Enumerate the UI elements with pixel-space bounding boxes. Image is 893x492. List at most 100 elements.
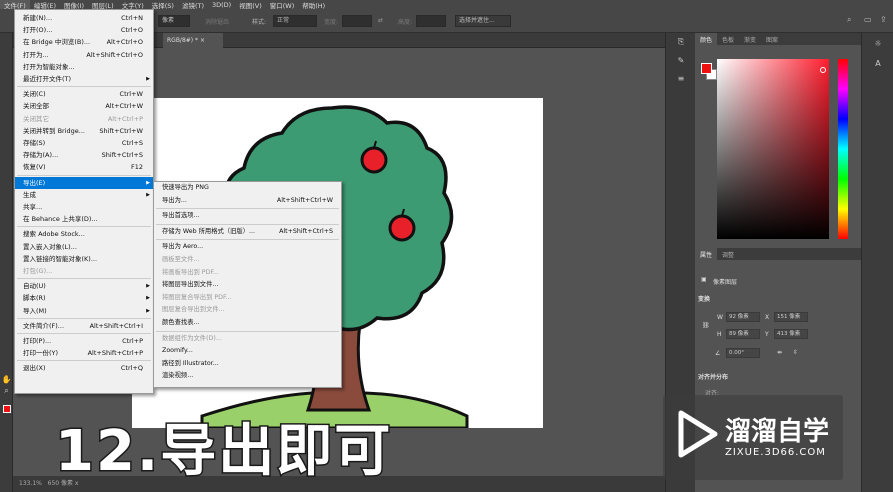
menu-item[interactable]: 打开为... Alt+Shift+Ctrl+O	[15, 49, 153, 61]
menu-item-label: 将图层复合导出到 PDF...	[162, 293, 232, 301]
menu-item[interactable]: 打印(P)... Ctrl+P	[15, 335, 153, 347]
menu-item[interactable]: 画板至文件...	[154, 254, 341, 267]
menu-item[interactable]: 快速导出为 PNG	[154, 182, 341, 195]
menu-item[interactable]: 关闭其它 Alt+Ctrl+P	[15, 113, 153, 125]
antialias-checkbox[interactable]: 消除锯齿	[205, 17, 229, 26]
menu-item[interactable]: 打包(G)...	[15, 265, 153, 277]
menu-item-label: 新建(N)...	[23, 14, 53, 22]
menu-item[interactable]: 最近打开文件(T) ▶	[15, 73, 153, 85]
menu-item[interactable]: 关闭(C) Ctrl+W	[15, 88, 153, 100]
link-icon[interactable]: ⛓	[702, 322, 710, 329]
menu-item[interactable]: 自动(U) ▶	[15, 280, 153, 292]
menu-item-label: 关闭全部	[23, 102, 49, 111]
adjust-icon[interactable]: ≡	[666, 69, 696, 87]
menu-item[interactable]: 关闭并转到 Bridge... Shift+Ctrl+W	[15, 125, 153, 137]
menu-item[interactable]: 打印一份(Y) Alt+Shift+Ctrl+P	[15, 347, 153, 359]
hue-slider[interactable]	[838, 59, 848, 239]
workspace-icon[interactable]: ▭	[864, 15, 872, 24]
menu-item[interactable]: 导出(E) ▶	[15, 176, 153, 189]
menu-item[interactable]: 导入(M) ▶	[15, 305, 153, 317]
search-icon[interactable]: ⌕	[847, 15, 851, 25]
menu-separator	[17, 278, 151, 280]
width-field[interactable]	[342, 15, 372, 27]
feather-field[interactable]: 像素	[158, 15, 190, 27]
type-icon[interactable]: A	[862, 53, 893, 73]
logo-name: 溜溜自学	[725, 417, 830, 447]
foreground-color-swatch[interactable]	[701, 63, 712, 74]
history-icon[interactable]: ⎘	[666, 33, 696, 51]
tab-patterns[interactable]: 图案	[761, 33, 783, 45]
menu-item[interactable]: 退出(X) Ctrl+Q	[15, 362, 153, 374]
height-field[interactable]	[416, 15, 446, 27]
menu-item[interactable]: 置入嵌入对象(L)...	[15, 241, 153, 253]
menu-item[interactable]: 导出为... Alt+Shift+Ctrl+W	[154, 195, 341, 208]
menu-item[interactable]: 将画板导出到 PDF...	[154, 267, 341, 280]
close-icon[interactable]: ×	[200, 37, 205, 44]
menu-item[interactable]: 将图层复合导出到 PDF...	[154, 292, 341, 305]
menu-item[interactable]: 共享...	[15, 201, 153, 213]
tab-properties[interactable]: 属性	[695, 248, 718, 260]
zoom-tool-icon[interactable]: ⌕	[0, 385, 13, 397]
menu-separator	[17, 333, 151, 334]
hand-tool-icon[interactable]: ✋	[0, 373, 13, 385]
menu-item-shortcut: Alt+Shift+Ctrl+W	[276, 196, 333, 204]
menu-item[interactable]: 存储为 Web 所用格式（旧版）... Alt+Shift+Ctrl+S	[154, 226, 341, 239]
tab-adjustments[interactable]: 调整	[717, 248, 739, 260]
menu-item-label: 将图层导出到文件...	[162, 281, 219, 289]
tab-color[interactable]: 颜色	[695, 33, 718, 45]
angle-input[interactable]: 0.00°	[726, 348, 760, 358]
color-picker-field[interactable]	[717, 59, 829, 239]
menu-item[interactable]: 导出为 Aero...	[154, 241, 341, 254]
document-tab[interactable]: RGB/8#) * ×	[163, 33, 223, 48]
menu-item[interactable]: 打开为智能对象...	[15, 61, 153, 73]
menu-item[interactable]: 在 Bridge 中浏览(B)... Alt+Ctrl+O	[15, 36, 153, 48]
menu-item[interactable]: 存储(S) Ctrl+S	[15, 137, 153, 149]
menu-item[interactable]: 颜色查找表...	[154, 317, 341, 330]
menu-item[interactable]: 存储为(A)... Shift+Ctrl+S	[15, 149, 153, 161]
menu-item[interactable]: 脚本(R) ▶	[15, 292, 153, 304]
menu-item[interactable]: 恢复(V) F12	[15, 161, 153, 173]
zoom-level[interactable]: 133.1%	[19, 480, 42, 487]
tab-gradients[interactable]: 渐变	[739, 33, 761, 45]
menu-item-label: 恢复(V)	[23, 163, 46, 172]
menu-item-label: 文件简介(F)...	[23, 321, 65, 330]
x-input[interactable]: 151 像素	[774, 312, 808, 322]
menu-item[interactable]: 路径到 Illustrator...	[154, 358, 341, 371]
menu-item[interactable]: 渲染视频...	[154, 370, 341, 383]
menu-item-label: 打印(P)...	[23, 337, 52, 345]
menu-item[interactable]: 数据组作为文件(D)...	[154, 333, 341, 346]
y-input[interactable]: 413 像素	[774, 329, 808, 339]
width-input[interactable]: 92 像素	[726, 312, 760, 322]
select-and-mask-button[interactable]: 选择并遮住...	[455, 15, 511, 27]
menu-item[interactable]: 打开(O)... Ctrl+O	[15, 24, 153, 36]
menu-item[interactable]: 在 Behance 上共享(D)...	[15, 213, 153, 225]
tools-panel: ✋ ⌕	[0, 33, 13, 492]
flip-horizontal-icon[interactable]: ⇹	[777, 349, 782, 356]
submenu-arrow-icon: ▶	[146, 307, 150, 314]
submenu-arrow-icon: ▶	[146, 295, 150, 302]
menu-item-label: 打开(O)...	[23, 26, 53, 35]
color-swatches-icon[interactable]	[0, 403, 13, 415]
menu-item[interactable]: 关闭全部 Alt+Ctrl+W	[15, 100, 153, 112]
style-select[interactable]: 正常	[273, 15, 317, 27]
menu-item[interactable]: Zoomify...	[154, 345, 341, 358]
swap-icon[interactable]: ⇄	[378, 17, 383, 24]
menu-item[interactable]: 图层复合导出到文件...	[154, 304, 341, 317]
menu-item[interactable]: 搜索 Adobe Stock...	[15, 228, 153, 240]
height-input[interactable]: 89 像素	[726, 329, 760, 339]
menu-item[interactable]: 新建(N)... Ctrl+N	[15, 12, 153, 24]
flip-vertical-icon[interactable]: ⇳	[793, 349, 798, 356]
menu-item-label: 自动(U)	[23, 282, 46, 291]
brush-settings-icon[interactable]: ✎	[666, 51, 696, 69]
menu-item[interactable]: 生成 ▶	[15, 189, 153, 201]
transform-header[interactable]: 变换	[698, 294, 710, 303]
menu-item[interactable]: 置入链接的智能对象(K)...	[15, 253, 153, 265]
menubar-item[interactable]: 3D(D)	[208, 1, 235, 9]
share-icon[interactable]: ⇪	[880, 15, 887, 24]
menu-item[interactable]: 文件简介(F)... Alt+Shift+Ctrl+I	[15, 320, 153, 332]
tab-swatches[interactable]: 色板	[717, 33, 739, 45]
menu-item[interactable]: 将图层导出到文件...	[154, 279, 341, 292]
lightbulb-icon[interactable]: ☼	[862, 33, 893, 53]
menu-item[interactable]: 导出首选项...	[154, 210, 341, 223]
align-header[interactable]: 对齐并分布	[698, 372, 728, 381]
